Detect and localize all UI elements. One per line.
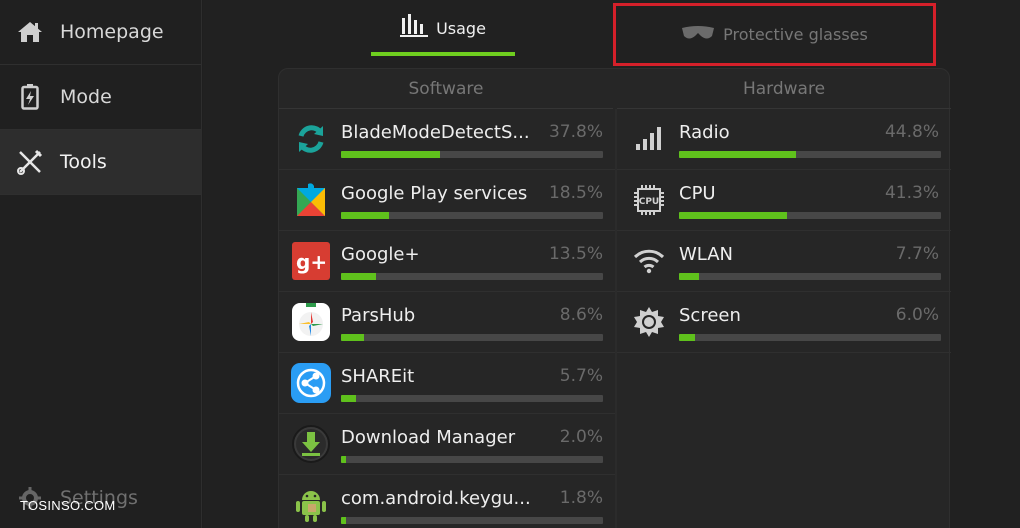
software-row[interactable]: ParsHub 8.6% [279,292,615,353]
glasses-icon [681,24,715,46]
app-name: com.android.keygu... [341,488,531,509]
usage-bar-fill [679,334,695,341]
google-plus-icon: g+ [291,241,331,281]
sidebar-item-label: Mode [60,86,112,108]
usage-bar-fill [341,151,441,158]
sync-arrows-icon [291,119,331,159]
usage-percent: 7.7% [895,244,939,264]
usage-bar [679,151,941,158]
software-row[interactable]: com.android.keygu... 1.8% [279,475,615,528]
usage-percent: 6.0% [895,305,939,325]
hardware-name: Radio [679,122,730,143]
hardware-row[interactable]: WLAN 7.7% [617,231,951,292]
usage-bar [341,212,603,219]
signal-icon [629,119,669,159]
sidebar-item-tools[interactable]: Tools [0,130,201,195]
hardware-header: Hardware [617,69,951,109]
sidebar: Homepage Mode Tools Settings TOSINSO.COM [0,0,202,528]
usage-bar [341,273,603,280]
home-icon [16,18,44,46]
usage-bar-fill [679,212,788,219]
cpu-icon-text: CPU [639,197,660,207]
main-content: Usage Protective glasses Software Hardwa… [203,0,1020,528]
usage-percent: 18.5% [548,183,603,203]
tab-active-indicator [371,52,515,56]
android-icon [291,485,331,525]
puzzle-icon [291,180,331,220]
tab-protective-glasses[interactable]: Protective glasses [613,3,936,66]
software-row[interactable]: BladeModeDetectS... 37.8% [279,109,615,170]
app-name: Google+ [341,244,420,265]
usage-bar-fill [679,273,700,280]
usage-bar [679,334,941,341]
bar-chart-icon [400,14,429,42]
usage-bar [341,151,603,158]
usage-bar [341,456,603,463]
usage-percent: 8.6% [559,305,603,325]
parshub-icon [291,302,331,342]
app-name: SHAREit [341,366,415,387]
tools-icon [16,148,44,176]
download-icon [291,424,331,464]
hardware-name: WLAN [679,244,734,265]
usage-percent: 44.8% [884,122,939,142]
usage-percent: 5.7% [559,366,603,386]
app-name: BladeModeDetectS... [341,122,530,143]
usage-percent: 41.3% [884,183,939,203]
wifi-icon [629,241,669,281]
software-row[interactable]: Google Play services 18.5% [279,170,615,231]
usage-bar-fill [341,517,346,524]
usage-percent: 1.8% [559,488,603,508]
hardware-name: Screen [679,305,741,326]
usage-bar-fill [341,395,356,402]
software-row[interactable]: Download Manager 2.0% [279,414,615,475]
usage-panel: Software Hardware BladeModeDetectS... 37… [278,68,951,528]
usage-bar [341,334,603,341]
shareit-icon [291,363,331,403]
brightness-icon [629,302,669,342]
hardware-name: CPU [679,183,716,204]
hardware-row[interactable]: Radio 44.8% [617,109,951,170]
tab-bar: Usage Protective glasses [203,0,1020,66]
usage-bar [679,212,941,219]
usage-percent: 13.5% [548,244,603,264]
usage-percent: 2.0% [559,427,603,447]
svg-text:g+: g+ [296,250,327,274]
software-row[interactable]: SHAREit 5.7% [279,353,615,414]
software-header: Software [279,69,613,109]
app-name: Download Manager [341,427,516,448]
cpu-icon: CPU [629,180,669,220]
usage-bar-fill [341,212,390,219]
watermark: TOSINSO.COM [20,498,116,513]
usage-bar [341,517,603,524]
tab-label: Protective glasses [723,25,868,44]
sidebar-item-mode[interactable]: Mode [0,65,201,130]
hardware-row[interactable]: Screen 6.0% [617,292,951,353]
tab-label: Usage [436,18,486,38]
hardware-row[interactable]: CPU CPU 41.3% [617,170,951,231]
tab-usage[interactable]: Usage [371,0,515,56]
sidebar-item-label: Homepage [60,21,164,43]
usage-bar [341,395,603,402]
usage-bar [679,273,941,280]
battery-icon [16,83,44,111]
usage-bar-fill [341,334,364,341]
app-name: Google Play services [341,183,528,204]
sidebar-item-label: Tools [60,151,107,173]
usage-bar-fill [341,273,377,280]
software-row[interactable]: g+ Google+ 13.5% [279,231,615,292]
usage-percent: 37.8% [548,122,603,142]
usage-bar-fill [679,151,797,158]
app-name: ParsHub [341,305,416,326]
usage-bar-fill [341,456,347,463]
sidebar-item-homepage[interactable]: Homepage [0,0,201,65]
